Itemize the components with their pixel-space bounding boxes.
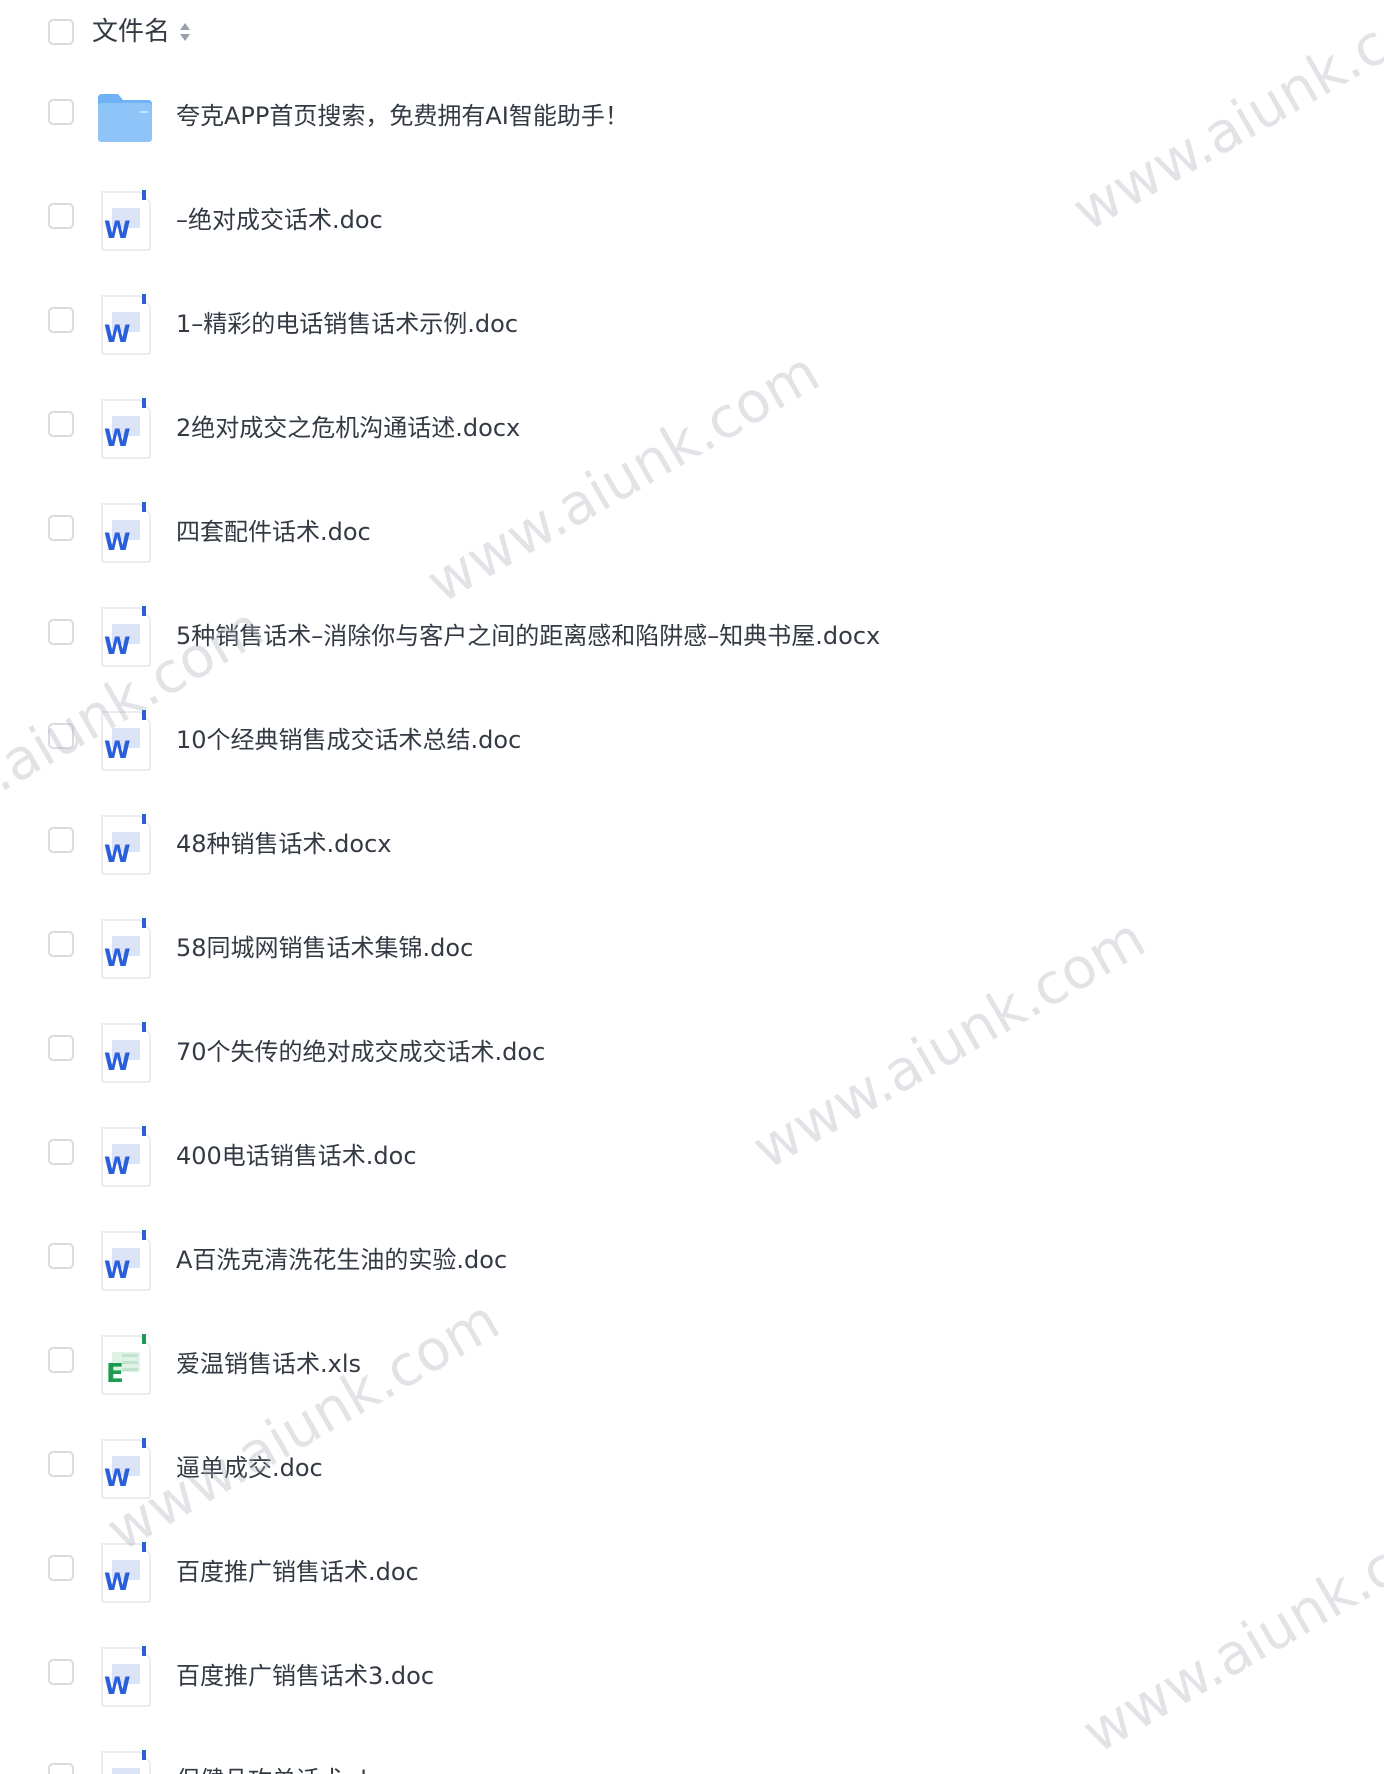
file-name[interactable]: 四套配件话术.doc	[176, 512, 371, 552]
file-name[interactable]: 夸克APP首页搜索，免费拥有AI智能助手！	[176, 96, 629, 136]
file-row[interactable]: W 逼单成交.doc	[0, 1416, 1384, 1520]
file-name[interactable]: 2绝对成交之危机沟通话述.docx	[176, 408, 520, 448]
word-doc-icon[interactable]: W	[96, 1228, 154, 1292]
file-row[interactable]: W 百度推广销售话术.doc	[0, 1520, 1384, 1624]
file-row-checkbox[interactable]	[48, 203, 74, 229]
word-doc-icon[interactable]: W	[96, 500, 154, 564]
svg-text:W: W	[104, 320, 130, 348]
file-row-checkbox[interactable]	[48, 1763, 74, 1774]
file-row-checkbox[interactable]	[48, 931, 74, 957]
svg-text:W: W	[104, 424, 130, 452]
file-row[interactable]: W 百度推广销售话术3.doc	[0, 1624, 1384, 1728]
file-row-checkbox[interactable]	[48, 99, 74, 125]
word-doc-icon[interactable]: W	[96, 188, 154, 252]
select-all-checkbox[interactable]	[48, 19, 74, 45]
file-row-checkbox[interactable]	[48, 1451, 74, 1477]
file-name[interactable]: 1–精彩的电话销售话术示例.doc	[176, 304, 518, 344]
file-row[interactable]: W 10个经典销售成交话术总结.doc	[0, 688, 1384, 792]
file-row[interactable]: 夸克APP首页搜索，免费拥有AI智能助手！	[0, 64, 1384, 168]
file-row[interactable]: W A百洗克清洗花生油的实验.doc	[0, 1208, 1384, 1312]
word-doc-icon[interactable]: W	[96, 1644, 154, 1708]
svg-text:W: W	[104, 1256, 130, 1284]
svg-text:W: W	[104, 632, 130, 660]
word-doc-icon[interactable]: W	[96, 1124, 154, 1188]
excel-doc-icon[interactable]: E	[96, 1332, 154, 1396]
svg-text:W: W	[104, 736, 130, 764]
file-row[interactable]: W 保健品攻单话术.doc	[0, 1728, 1384, 1774]
file-row-checkbox[interactable]	[48, 307, 74, 333]
word-doc-icon[interactable]: W	[96, 1748, 154, 1774]
svg-text:W: W	[104, 1672, 130, 1700]
file-name[interactable]: 爱温销售话术.xls	[176, 1344, 361, 1384]
file-name[interactable]: –绝对成交话术.doc	[176, 200, 383, 240]
svg-text:W: W	[104, 944, 130, 972]
svg-text:W: W	[104, 216, 130, 244]
file-row-checkbox[interactable]	[48, 827, 74, 853]
word-doc-icon[interactable]: W	[96, 1540, 154, 1604]
file-row-checkbox[interactable]	[48, 515, 74, 541]
svg-text:W: W	[104, 1568, 130, 1596]
file-row[interactable]: W 四套配件话术.doc	[0, 480, 1384, 584]
file-row-checkbox[interactable]	[48, 1659, 74, 1685]
file-name[interactable]: 58同城网销售话术集锦.doc	[176, 928, 473, 968]
file-row-checkbox[interactable]	[48, 1035, 74, 1061]
file-row-checkbox[interactable]	[48, 411, 74, 437]
file-row-checkbox[interactable]	[48, 1243, 74, 1269]
file-row-checkbox[interactable]	[48, 1555, 74, 1581]
word-doc-icon[interactable]: W	[96, 708, 154, 772]
file-row-checkbox[interactable]	[48, 1139, 74, 1165]
svg-text:W: W	[104, 1464, 130, 1492]
sort-updown-icon[interactable]	[178, 21, 192, 43]
word-doc-icon[interactable]: W	[96, 1436, 154, 1500]
word-doc-icon[interactable]: W	[96, 1020, 154, 1084]
file-name[interactable]: 70个失传的绝对成交成交话术.doc	[176, 1032, 545, 1072]
file-name[interactable]: 10个经典销售成交话术总结.doc	[176, 720, 521, 760]
file-row-checkbox[interactable]	[48, 723, 74, 749]
svg-text:W: W	[104, 840, 130, 868]
word-doc-icon[interactable]: W	[96, 292, 154, 356]
file-list-header: 文件名	[0, 0, 1384, 64]
word-doc-icon[interactable]: W	[96, 604, 154, 668]
file-name[interactable]: 逼单成交.doc	[176, 1448, 323, 1488]
file-row[interactable]: W 400电话销售话术.doc	[0, 1104, 1384, 1208]
file-row[interactable]: W 70个失传的绝对成交成交话术.doc	[0, 1000, 1384, 1104]
file-name[interactable]: 百度推广销售话术3.doc	[176, 1656, 434, 1696]
file-row-checkbox[interactable]	[48, 1347, 74, 1373]
svg-text:W: W	[104, 1152, 130, 1180]
file-row[interactable]: W 2绝对成交之危机沟通话述.docx	[0, 376, 1384, 480]
folder-icon[interactable]	[96, 84, 154, 148]
file-row[interactable]: W 1–精彩的电话销售话术示例.doc	[0, 272, 1384, 376]
file-list: 夸克APP首页搜索，免费拥有AI智能助手！ W –绝对成交话术.doc W 1–精彩的电…	[0, 64, 1384, 1774]
svg-text:W: W	[104, 1048, 130, 1076]
word-doc-icon[interactable]: W	[96, 916, 154, 980]
svg-text:W: W	[104, 528, 130, 556]
file-row[interactable]: W 48种销售话术.docx	[0, 792, 1384, 896]
file-name[interactable]: A百洗克清洗花生油的实验.doc	[176, 1240, 507, 1280]
file-row[interactable]: E 爱温销售话术.xls	[0, 1312, 1384, 1416]
file-name[interactable]: 保健品攻单话术.doc	[176, 1760, 395, 1774]
file-row[interactable]: W –绝对成交话术.doc	[0, 168, 1384, 272]
file-list-page: 文件名 夸克APP首页搜索，免费拥有AI智能助手！ W –绝对成交话术.doc W 1–…	[0, 0, 1384, 1774]
file-row[interactable]: W 5种销售话术–消除你与客户之间的距离感和陷阱感–知典书屋.docx	[0, 584, 1384, 688]
file-name[interactable]: 400电话销售话术.doc	[176, 1136, 417, 1176]
column-header-filename[interactable]: 文件名	[92, 14, 170, 50]
file-name[interactable]: 48种销售话术.docx	[176, 824, 391, 864]
file-row-checkbox[interactable]	[48, 619, 74, 645]
file-name[interactable]: 百度推广销售话术.doc	[176, 1552, 419, 1592]
svg-text:E: E	[106, 1359, 124, 1389]
word-doc-icon[interactable]: W	[96, 396, 154, 460]
word-doc-icon[interactable]: W	[96, 812, 154, 876]
file-name[interactable]: 5种销售话术–消除你与客户之间的距离感和陷阱感–知典书屋.docx	[176, 616, 880, 656]
file-row[interactable]: W 58同城网销售话术集锦.doc	[0, 896, 1384, 1000]
